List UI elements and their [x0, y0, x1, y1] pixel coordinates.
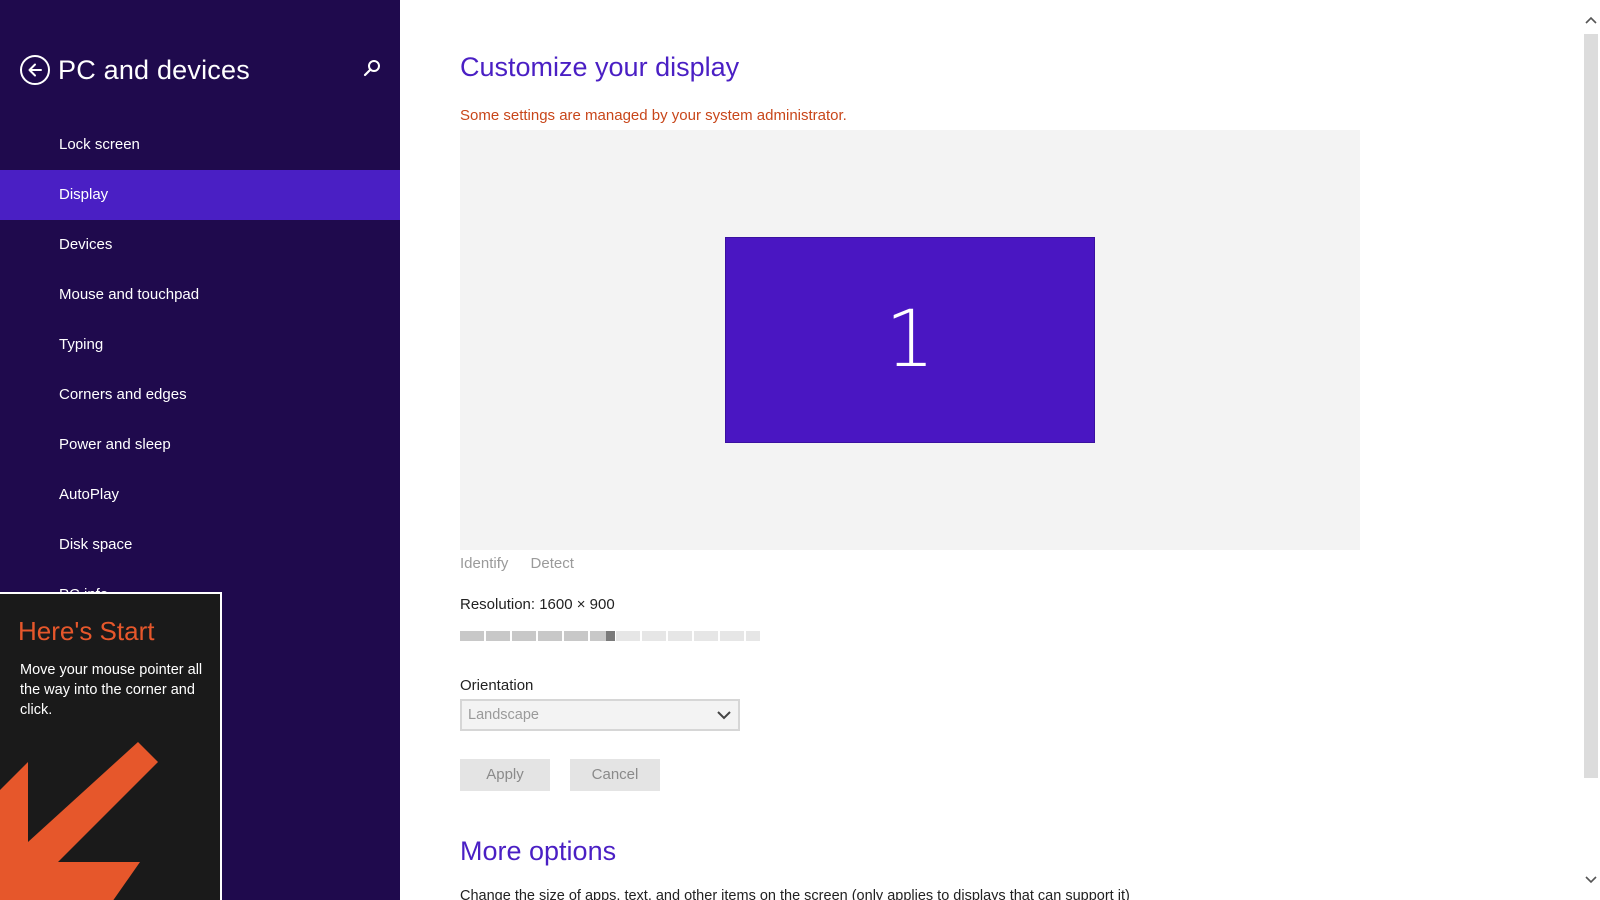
sidebar-item-typing[interactable]: Typing: [0, 320, 400, 370]
back-button[interactable]: [20, 55, 50, 85]
cancel-button[interactable]: Cancel: [570, 759, 660, 791]
admin-notice: Some settings are managed by your system…: [460, 107, 847, 124]
display-arrangement-area: 1: [460, 130, 1360, 550]
search-button[interactable]: [362, 58, 386, 82]
display-links: Identify Detect: [460, 555, 592, 572]
apply-button[interactable]: Apply: [460, 759, 550, 791]
resolution-slider[interactable]: [460, 631, 760, 641]
page-title: Customize your display: [460, 52, 740, 82]
slider-thumb[interactable]: [606, 631, 615, 641]
sidebar-item-devices[interactable]: Devices: [0, 220, 400, 270]
sidebar-item-disk-space[interactable]: Disk space: [0, 520, 400, 570]
resolution-label: Resolution: 1600 × 900: [460, 596, 615, 613]
orientation-value: Landscape: [468, 707, 539, 723]
more-options-title: More options: [460, 836, 617, 866]
vertical-scrollbar[interactable]: [1582, 0, 1600, 900]
orientation-label: Orientation: [460, 677, 534, 694]
monitor-number: 1: [885, 295, 935, 385]
orientation-select[interactable]: Landscape: [460, 699, 740, 731]
start-tip-overlay: Here's Start Move your mouse pointer all…: [0, 592, 222, 900]
start-tip-title: Here's Start: [18, 616, 155, 646]
scroll-up-button[interactable]: [1584, 12, 1598, 28]
start-tip-body: Move your mouse pointer all the way into…: [20, 662, 203, 718]
sidebar-item-display[interactable]: Display: [0, 170, 400, 220]
more-options-description: Change the size of apps, text, and other…: [460, 888, 1130, 900]
back-arrow-icon: [28, 63, 42, 77]
sidebar-item-corners-and-edges[interactable]: Corners and edges: [0, 370, 400, 420]
chevron-down-scroll-icon: [1585, 876, 1597, 884]
scroll-thumb[interactable]: [1584, 34, 1598, 778]
chevron-down-icon: [717, 711, 731, 720]
scroll-down-button[interactable]: [1584, 872, 1598, 888]
search-icon: [363, 60, 380, 77]
identify-link[interactable]: Identify: [460, 555, 508, 572]
diagonal-arrow-icon: [0, 742, 158, 900]
detect-link[interactable]: Detect: [531, 555, 574, 572]
sidebar-item-autoplay[interactable]: AutoPlay: [0, 470, 400, 520]
sidebar: PC and devices Lock screen Display Devic…: [0, 0, 400, 900]
main-content: Customize your display Some settings are…: [400, 0, 1582, 900]
sidebar-nav: Lock screen Display Devices Mouse and to…: [0, 120, 400, 620]
sidebar-item-mouse-and-touchpad[interactable]: Mouse and touchpad: [0, 270, 400, 320]
sidebar-title: PC and devices: [58, 55, 250, 85]
sidebar-item-power-and-sleep[interactable]: Power and sleep: [0, 420, 400, 470]
chevron-up-icon: [1585, 16, 1597, 24]
sidebar-header: PC and devices: [20, 52, 386, 88]
monitor-tile[interactable]: 1: [725, 237, 1095, 443]
sidebar-item-lock-screen[interactable]: Lock screen: [0, 120, 400, 170]
